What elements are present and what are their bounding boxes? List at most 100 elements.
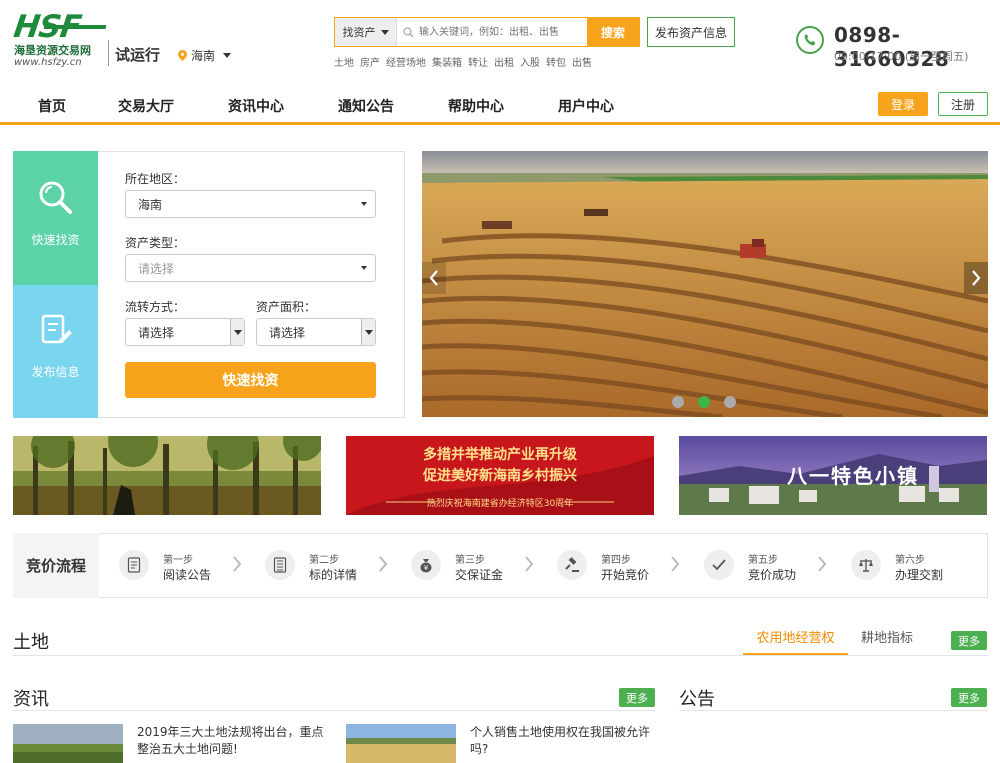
hot-keyword-link[interactable]: 土地 bbox=[334, 54, 354, 69]
main-nav: 首页 交易大厅 资讯中心 通知公告 帮助中心 用户中心 bbox=[0, 92, 1000, 122]
notice-divider bbox=[679, 710, 988, 711]
header-divider bbox=[108, 40, 109, 66]
search-bar: 找资产 搜索 bbox=[334, 17, 640, 47]
carousel-prev-button[interactable] bbox=[422, 262, 446, 294]
hot-keywords: 土地 房产 经营场地 集装箱 转让 出租 入股 转包 出售 bbox=[334, 54, 592, 69]
location-pin-icon bbox=[178, 50, 187, 61]
forest-image bbox=[13, 436, 321, 515]
nav-item-help[interactable]: 帮助中心 bbox=[448, 96, 504, 116]
logo-name: 海垦资源交易网 bbox=[14, 44, 91, 57]
step-number: 第三步 bbox=[455, 555, 485, 566]
news-divider bbox=[13, 710, 655, 711]
site-logo[interactable]: HSF 海垦资源交易网 www.hsfzy.cn bbox=[11, 9, 109, 70]
publish-asset-button[interactable]: 发布资产信息 bbox=[647, 17, 735, 47]
hot-keyword-link[interactable]: 转让 bbox=[468, 54, 488, 69]
search-button[interactable]: 搜索 bbox=[587, 18, 639, 46]
asset-area-select[interactable]: 请选择 bbox=[256, 318, 376, 346]
tile-caption: 热烈庆祝海南建省办经济特区30周年 bbox=[426, 499, 574, 509]
news-item-link[interactable]: 2019年三大土地法规将出台，重点整治五大土地问题! bbox=[137, 724, 327, 758]
tab-publish-info[interactable]: 发布信息 bbox=[13, 285, 98, 418]
hot-keyword-link[interactable]: 房产 bbox=[360, 54, 380, 69]
chevron-down-icon bbox=[361, 319, 375, 345]
search-icon bbox=[397, 18, 419, 46]
search-input[interactable] bbox=[419, 18, 587, 46]
tile-town-title: 八一特色小镇 bbox=[787, 464, 919, 488]
step-title: 办理交割 bbox=[895, 568, 944, 582]
forest-promo-tile[interactable] bbox=[13, 436, 321, 515]
transfer-method-label: 流转方式： bbox=[125, 300, 186, 314]
document-icon bbox=[119, 550, 149, 580]
chevron-down-icon bbox=[223, 53, 232, 58]
login-button[interactable]: 登录 bbox=[878, 92, 928, 116]
nav-underline bbox=[0, 122, 1000, 125]
nav-item-home[interactable]: 首页 bbox=[38, 96, 66, 116]
step-number: 第二步 bbox=[309, 555, 339, 566]
carousel-dot[interactable] bbox=[672, 396, 684, 408]
register-button[interactable]: 注册 bbox=[938, 92, 988, 116]
nav-item-user-center[interactable]: 用户中心 bbox=[558, 96, 614, 116]
chevron-right-icon bbox=[671, 556, 680, 572]
region-selector[interactable]: 海南 bbox=[178, 47, 232, 64]
step-title: 阅读公告 bbox=[163, 568, 212, 582]
notice-more-button[interactable]: 更多 bbox=[951, 688, 987, 707]
chevron-left-icon bbox=[429, 270, 438, 286]
chevron-down-icon bbox=[361, 202, 367, 206]
nav-item-news-center[interactable]: 资讯中心 bbox=[228, 96, 284, 116]
tile-headline-2: 促进美好新海南乡村振兴 bbox=[423, 468, 577, 484]
town-promo-tile[interactable]: 八一特色小镇 bbox=[679, 436, 987, 515]
step-number: 第四步 bbox=[601, 555, 631, 566]
chevron-right-icon bbox=[972, 270, 981, 286]
service-hours: 09:00-17:00 (周一至周五) bbox=[834, 50, 969, 63]
transfer-method-select[interactable]: 请选择 bbox=[125, 318, 245, 346]
carousel-next-button[interactable] bbox=[964, 262, 988, 294]
hot-keyword-link[interactable]: 转包 bbox=[546, 54, 566, 69]
asset-type-label: 资产类型： bbox=[125, 236, 186, 250]
list-icon bbox=[265, 550, 295, 580]
search-type-select[interactable]: 找资产 bbox=[335, 18, 397, 46]
logo-url: www.hsfzy.cn bbox=[14, 57, 82, 68]
news-item-link[interactable]: 个人销售土地使用权在我国被允许吗? bbox=[470, 724, 660, 758]
carousel-dot[interactable] bbox=[724, 396, 736, 408]
chevron-down-icon bbox=[380, 29, 389, 35]
news-thumbnail[interactable] bbox=[13, 724, 123, 763]
nav-item-notices[interactable]: 通知公告 bbox=[338, 96, 394, 116]
asset-type-select[interactable]: 请选择 bbox=[125, 254, 376, 282]
tab-cultivated-quota[interactable]: 耕地指标 bbox=[852, 627, 922, 655]
news-more-button[interactable]: 更多 bbox=[619, 688, 655, 707]
step-title: 标的详情 bbox=[309, 568, 358, 582]
bidding-process-title: 竞价流程 bbox=[13, 533, 99, 598]
chevron-down-icon bbox=[230, 319, 244, 345]
scale-icon bbox=[851, 550, 881, 580]
search-type-label: 找资产 bbox=[342, 26, 376, 39]
logo-mark: HSF bbox=[11, 9, 83, 45]
region-field-label: 所在地区： bbox=[125, 172, 186, 186]
nav-item-trading-hall[interactable]: 交易大厅 bbox=[118, 96, 174, 116]
hero-carousel[interactable] bbox=[422, 151, 988, 417]
step-title: 交保证金 bbox=[455, 568, 504, 582]
chevron-right-icon bbox=[379, 556, 388, 572]
hot-keyword-link[interactable]: 出售 bbox=[572, 54, 592, 69]
region-select[interactable]: 海南 bbox=[125, 190, 376, 218]
land-more-button[interactable]: 更多 bbox=[951, 631, 987, 650]
step-title: 开始竞价 bbox=[601, 568, 650, 582]
hot-keyword-link[interactable]: 经营场地 bbox=[386, 54, 426, 69]
tab-publish-info-label: 发布信息 bbox=[31, 365, 80, 379]
money-bag-icon: ¥ bbox=[411, 550, 441, 580]
carousel-dot-active[interactable] bbox=[698, 396, 710, 408]
news-thumbnail[interactable] bbox=[346, 724, 456, 763]
chevron-right-icon bbox=[818, 556, 827, 572]
hot-keyword-link[interactable]: 出租 bbox=[494, 54, 514, 69]
policy-promo-tile[interactable]: 多措并举推动产业再升级 促进美好新海南乡村振兴 热烈庆祝海南建省办经济特区30周… bbox=[346, 436, 654, 515]
tab-farmland-rights[interactable]: 农用地经营权 bbox=[743, 627, 848, 655]
land-section-title: 土地 bbox=[13, 632, 49, 653]
asset-area-value: 请选择 bbox=[269, 325, 306, 340]
tab-quick-search[interactable]: 快速找资 bbox=[13, 151, 98, 285]
step-number: 第六步 bbox=[895, 555, 925, 566]
hot-keyword-link[interactable]: 入股 bbox=[520, 54, 540, 69]
hot-keyword-link[interactable]: 集装箱 bbox=[432, 54, 462, 69]
gavel-icon bbox=[557, 550, 587, 580]
chevron-down-icon bbox=[361, 266, 367, 270]
news-section-title: 资讯 bbox=[13, 689, 49, 710]
step-number: 第一步 bbox=[163, 555, 193, 566]
quick-search-button[interactable]: 快速找资 bbox=[125, 362, 376, 398]
